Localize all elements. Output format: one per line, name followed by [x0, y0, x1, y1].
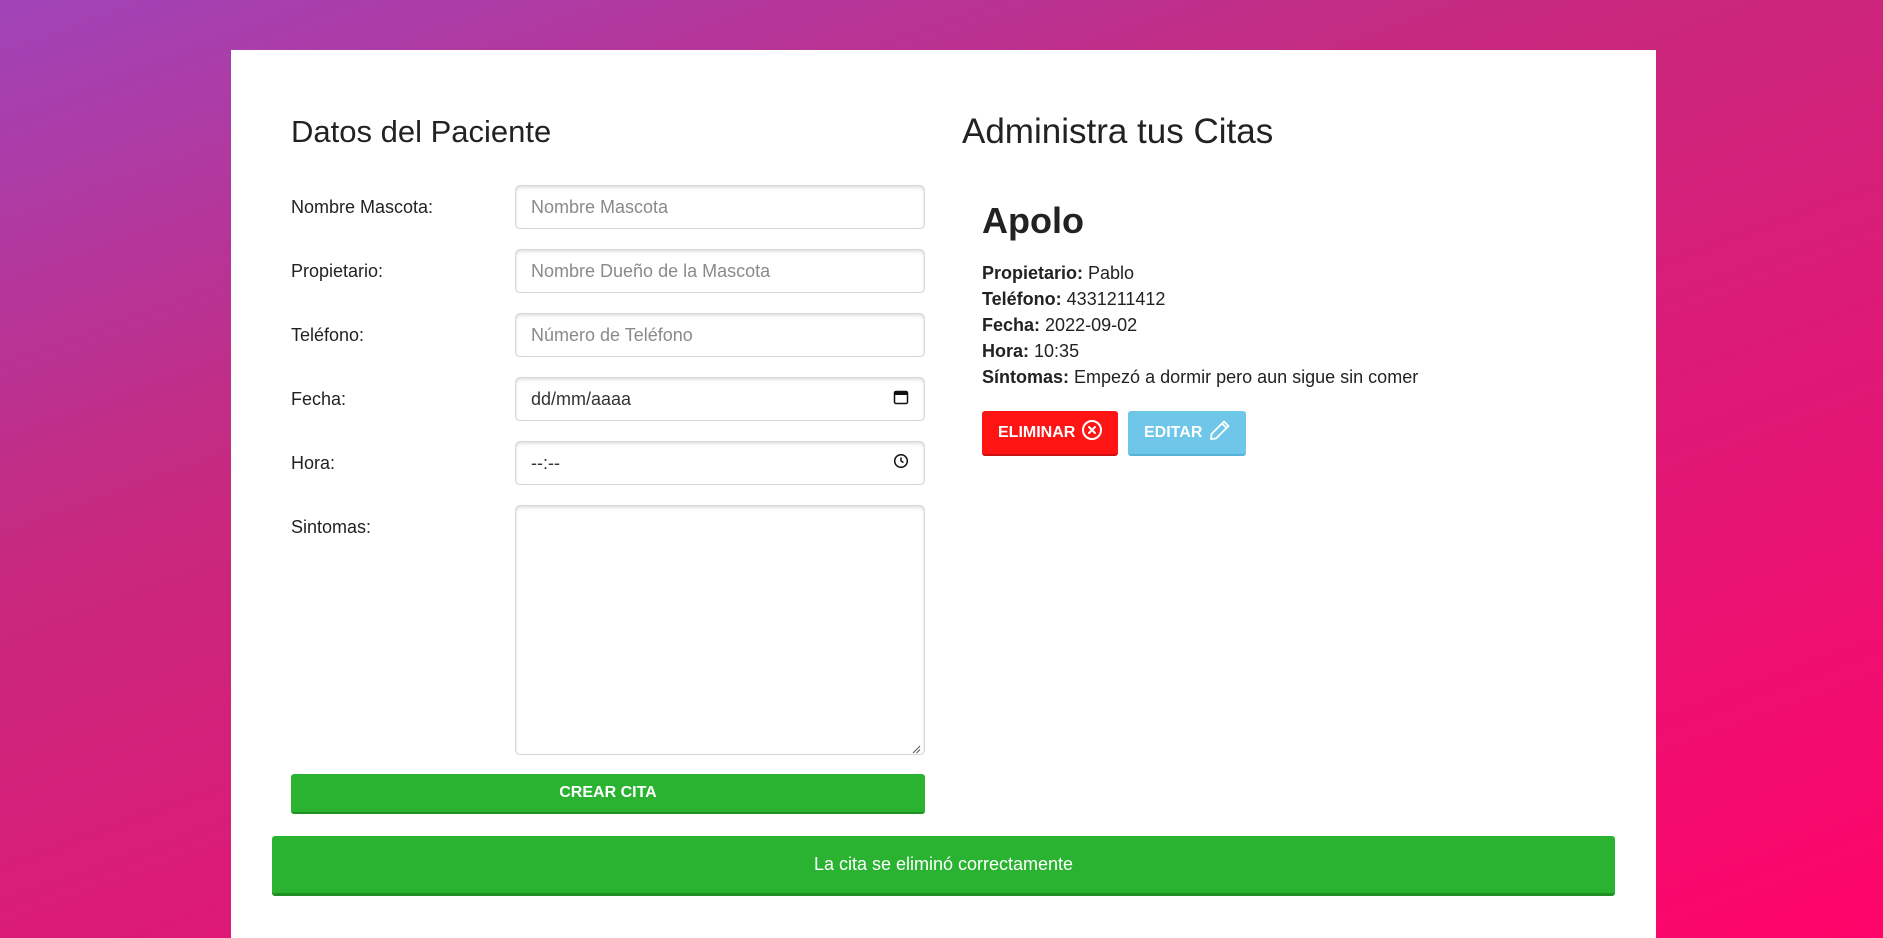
- owner-row: Propietario:: [291, 249, 925, 293]
- delete-button-label: ELIMINAR: [998, 423, 1076, 441]
- appointment-owner-value: Pablo: [1088, 263, 1135, 283]
- appointment-symptoms-label: Síntomas:: [982, 367, 1070, 387]
- pencil-icon: [1208, 418, 1232, 447]
- appointment-phone: Teléfono: 4331211412: [982, 286, 1582, 312]
- appointment-card: Apolo Propietario: Pablo Teléfono: 43312…: [982, 200, 1582, 390]
- main-card: Datos del Paciente Nombre Mascota: Propi…: [231, 50, 1656, 938]
- appointment-actions: ELIMINAR EDITAR: [982, 411, 1246, 456]
- phone-input[interactable]: [531, 324, 909, 346]
- time-placeholder: --:--: [531, 452, 560, 473]
- create-appointment-button[interactable]: CREAR CITA: [291, 774, 925, 814]
- appointment-symptoms-value: Empezó a dormir pero aun sigue sin comer: [1074, 367, 1419, 387]
- owner-label: Propietario:: [291, 261, 384, 281]
- symptoms-row: Sintomas:: [291, 505, 925, 755]
- date-row: Fecha: dd/mm/aaaa: [291, 377, 925, 421]
- appointment-owner-label: Propietario:: [982, 263, 1084, 283]
- phone-row: Teléfono:: [291, 313, 925, 357]
- appointment-time-label: Hora:: [982, 341, 1030, 361]
- appointment-date-value: 2022-09-02: [1045, 315, 1138, 335]
- appointment-phone-label: Teléfono:: [982, 289, 1062, 309]
- appointment-time: Hora: 10:35: [982, 338, 1582, 364]
- list-title: Administra tus Citas: [962, 112, 1274, 151]
- phone-field-wrapper: [515, 313, 925, 357]
- pet-name-field-wrapper: [515, 185, 925, 229]
- edit-button-label: EDITAR: [1144, 423, 1203, 441]
- appointment-owner: Propietario: Pablo: [982, 260, 1582, 286]
- time-input[interactable]: --:--: [515, 441, 925, 485]
- time-row: Hora: --:--: [291, 441, 925, 485]
- appointment-time-value: 10:35: [1034, 341, 1080, 361]
- close-circle-icon: [1081, 419, 1103, 446]
- calendar-icon[interactable]: [893, 389, 909, 410]
- clock-icon[interactable]: [893, 453, 909, 474]
- time-label: Hora:: [291, 453, 336, 473]
- pet-name-row: Nombre Mascota:: [291, 185, 925, 229]
- appointment-date-label: Fecha:: [982, 315, 1041, 335]
- pet-name-input[interactable]: [531, 196, 909, 218]
- edit-button[interactable]: EDITAR: [1128, 411, 1246, 456]
- delete-button[interactable]: ELIMINAR: [982, 411, 1118, 456]
- symptoms-label: Sintomas:: [291, 517, 372, 537]
- form-title: Datos del Paciente: [291, 114, 552, 149]
- symptoms-textarea[interactable]: [515, 505, 925, 755]
- appointment-symptoms: Síntomas: Empezó a dormir pero aun sigue…: [982, 364, 1582, 390]
- appointment-phone-value: 4331211412: [1066, 289, 1166, 309]
- phone-label: Teléfono:: [291, 325, 365, 345]
- date-input[interactable]: dd/mm/aaaa: [515, 377, 925, 421]
- date-label: Fecha:: [291, 389, 347, 409]
- appointment-pet-name: Apolo: [982, 200, 1084, 241]
- resize-handle-icon[interactable]: [911, 741, 921, 754]
- pet-name-label: Nombre Mascota:: [291, 197, 434, 217]
- owner-input[interactable]: [531, 260, 909, 282]
- success-alert: La cita se eliminó correctamente: [272, 836, 1615, 896]
- date-placeholder: dd/mm/aaaa: [531, 388, 632, 409]
- appointment-date: Fecha: 2022-09-02: [982, 312, 1582, 338]
- owner-field-wrapper: [515, 249, 925, 293]
